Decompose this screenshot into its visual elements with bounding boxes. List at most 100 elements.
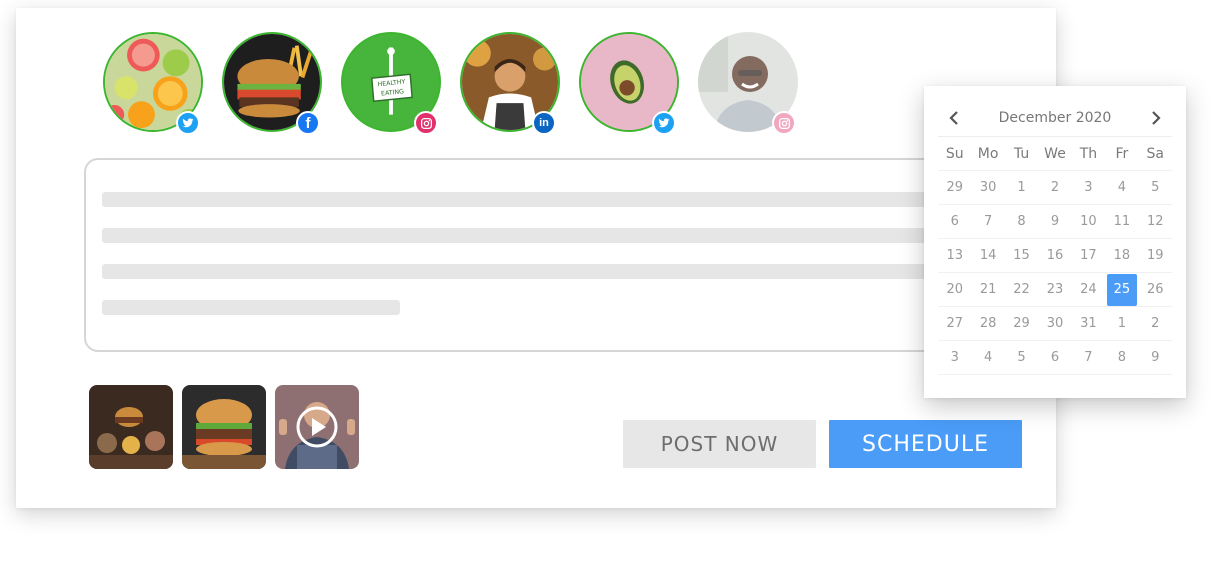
calendar-day-label: 1 [1117, 316, 1126, 331]
calendar-day[interactable]: 13 [938, 239, 972, 273]
calendar-day-label: 6 [950, 214, 959, 229]
calendar-day[interactable]: 29 [938, 171, 972, 205]
calendar-day[interactable]: 2 [1038, 171, 1072, 205]
calendar-day[interactable]: 29 [1004, 307, 1039, 341]
calendar-day[interactable]: 7 [1071, 341, 1106, 375]
play-icon[interactable] [295, 405, 339, 449]
weekday-label: Sa [1138, 137, 1172, 171]
calendar-day[interactable]: 26 [1138, 273, 1172, 307]
calendar-day-label: 23 [1046, 282, 1064, 297]
calendar-day[interactable]: 21 [971, 273, 1005, 307]
calendar-day-label: 26 [1147, 282, 1164, 297]
calendar-day[interactable]: 24 [1071, 273, 1106, 307]
post-now-button[interactable]: POST NOW [623, 420, 816, 468]
calendar-day[interactable]: 4 [1105, 171, 1139, 205]
placeholder-line [102, 192, 952, 207]
instagram-icon [414, 111, 438, 135]
calendar-day[interactable]: 14 [971, 239, 1005, 273]
weekday-label: Su [938, 137, 972, 171]
calendar-day-label: 25 [1106, 273, 1137, 306]
calendar-day[interactable]: 3 [1071, 171, 1106, 205]
calendar-day-label: 22 [1013, 282, 1030, 297]
calendar-day-label: 24 [1080, 282, 1097, 297]
calendar-day-label: 9 [1050, 214, 1060, 229]
media-thumbnail-1[interactable] [89, 385, 173, 469]
calendar-day-label: 4 [1117, 180, 1126, 195]
calendar-day-label: 27 [946, 316, 963, 331]
calendar-header: December 2020 [938, 100, 1172, 137]
calendar-day-label: 5 [1017, 350, 1026, 365]
calendar-day-label: 29 [946, 180, 963, 195]
calendar-day[interactable]: 15 [1004, 239, 1039, 273]
calendar-day-label: 7 [1084, 350, 1093, 365]
calendar-day[interactable]: 1 [1105, 307, 1139, 341]
calendar-day-label: 13 [946, 248, 963, 263]
calendar-day-label: 5 [1151, 180, 1160, 195]
calendar-day-label: 18 [1113, 248, 1131, 263]
calendar-day-label: 9 [1151, 350, 1160, 365]
calendar-day-label: 30 [979, 180, 997, 195]
calendar-day-label: 31 [1080, 316, 1097, 331]
food-table-image [89, 385, 173, 469]
calendar-day[interactable]: 16 [1038, 239, 1072, 273]
chevron-left-icon[interactable] [938, 102, 970, 134]
calendar-day-label: 30 [1046, 316, 1064, 331]
media-thumbnail-2[interactable] [182, 385, 266, 469]
calendar-day[interactable]: 5 [1004, 341, 1039, 375]
calendar-day[interactable]: 2 [1138, 307, 1172, 341]
calendar-day-label: 29 [1013, 316, 1030, 331]
calendar-day[interactable]: 19 [1138, 239, 1172, 273]
calendar-day-label: 3 [1084, 180, 1093, 195]
calendar-day-label: 3 [950, 350, 959, 365]
calendar-day[interactable]: 6 [1038, 341, 1072, 375]
calendar-day[interactable]: 3 [938, 341, 972, 375]
media-thumbnail-3-video[interactable] [275, 385, 359, 469]
post-text-editor[interactable] [84, 158, 964, 352]
linkedin-icon: in [532, 111, 556, 135]
weekday-label: Th [1071, 137, 1106, 171]
calendar-day[interactable]: 1 [1004, 171, 1039, 205]
calendar-day-label: 4 [983, 350, 993, 365]
calendar-day[interactable]: 27 [938, 307, 972, 341]
calendar-day[interactable]: 30 [971, 171, 1005, 205]
calendar-day-label: 14 [979, 248, 997, 263]
chevron-right-icon[interactable] [1140, 102, 1172, 134]
calendar-day[interactable]: 4 [971, 341, 1005, 375]
calendar-day[interactable]: 22 [1004, 273, 1039, 307]
calendar-day[interactable]: 11 [1105, 205, 1139, 239]
calendar-day[interactable]: 9 [1038, 205, 1072, 239]
calendar-day[interactable]: 8 [1004, 205, 1039, 239]
calendar-day-label: 19 [1147, 248, 1164, 263]
twitter-icon [652, 111, 676, 135]
calendar-day[interactable]: 8 [1105, 341, 1139, 375]
calendar-day[interactable]: 30 [1038, 307, 1072, 341]
calendar-day[interactable]: 9 [1138, 341, 1172, 375]
calendar-day[interactable]: 31 [1071, 307, 1106, 341]
calendar-day[interactable]: 28 [971, 307, 1005, 341]
calendar-day[interactable]: 20 [938, 273, 972, 307]
weekday-label: Mo [971, 137, 1005, 171]
calendar-day[interactable]: 12 [1138, 205, 1172, 239]
weekday-label: Tu [1004, 137, 1039, 171]
calendar-days: 29 30 1 2 3 4 5 6 7 8 9 10 11 12 13 14 15 16 17 18 19 20 21 22 2… [938, 171, 1172, 375]
calendar-day[interactable]: 10 [1071, 205, 1106, 239]
placeholder-line [102, 264, 952, 279]
burger-closeup-image [182, 385, 266, 469]
calendar-day-label: 21 [979, 282, 997, 297]
calendar-day-selected[interactable]: 25 [1105, 273, 1139, 307]
schedule-button[interactable]: SCHEDULE [829, 420, 1022, 468]
calendar-day[interactable]: 6 [938, 205, 972, 239]
calendar-day-label: 12 [1147, 214, 1164, 229]
calendar-day[interactable]: 7 [971, 205, 1005, 239]
calendar-day[interactable]: 17 [1071, 239, 1106, 273]
facebook-icon: f [296, 111, 320, 135]
calendar-day[interactable]: 18 [1105, 239, 1139, 273]
calendar-day[interactable]: 23 [1038, 273, 1072, 307]
calendar-day[interactable]: 5 [1138, 171, 1172, 205]
calendar-day-label: 15 [1013, 248, 1030, 263]
calendar-weekdays: Su Mo Tu We Th Fr Sa [938, 137, 1172, 171]
placeholder-line [102, 300, 400, 315]
calendar-day-label: 20 [946, 282, 963, 297]
calendar-day-label: 2 [1151, 316, 1160, 331]
calendar-day-label: 10 [1080, 214, 1097, 229]
